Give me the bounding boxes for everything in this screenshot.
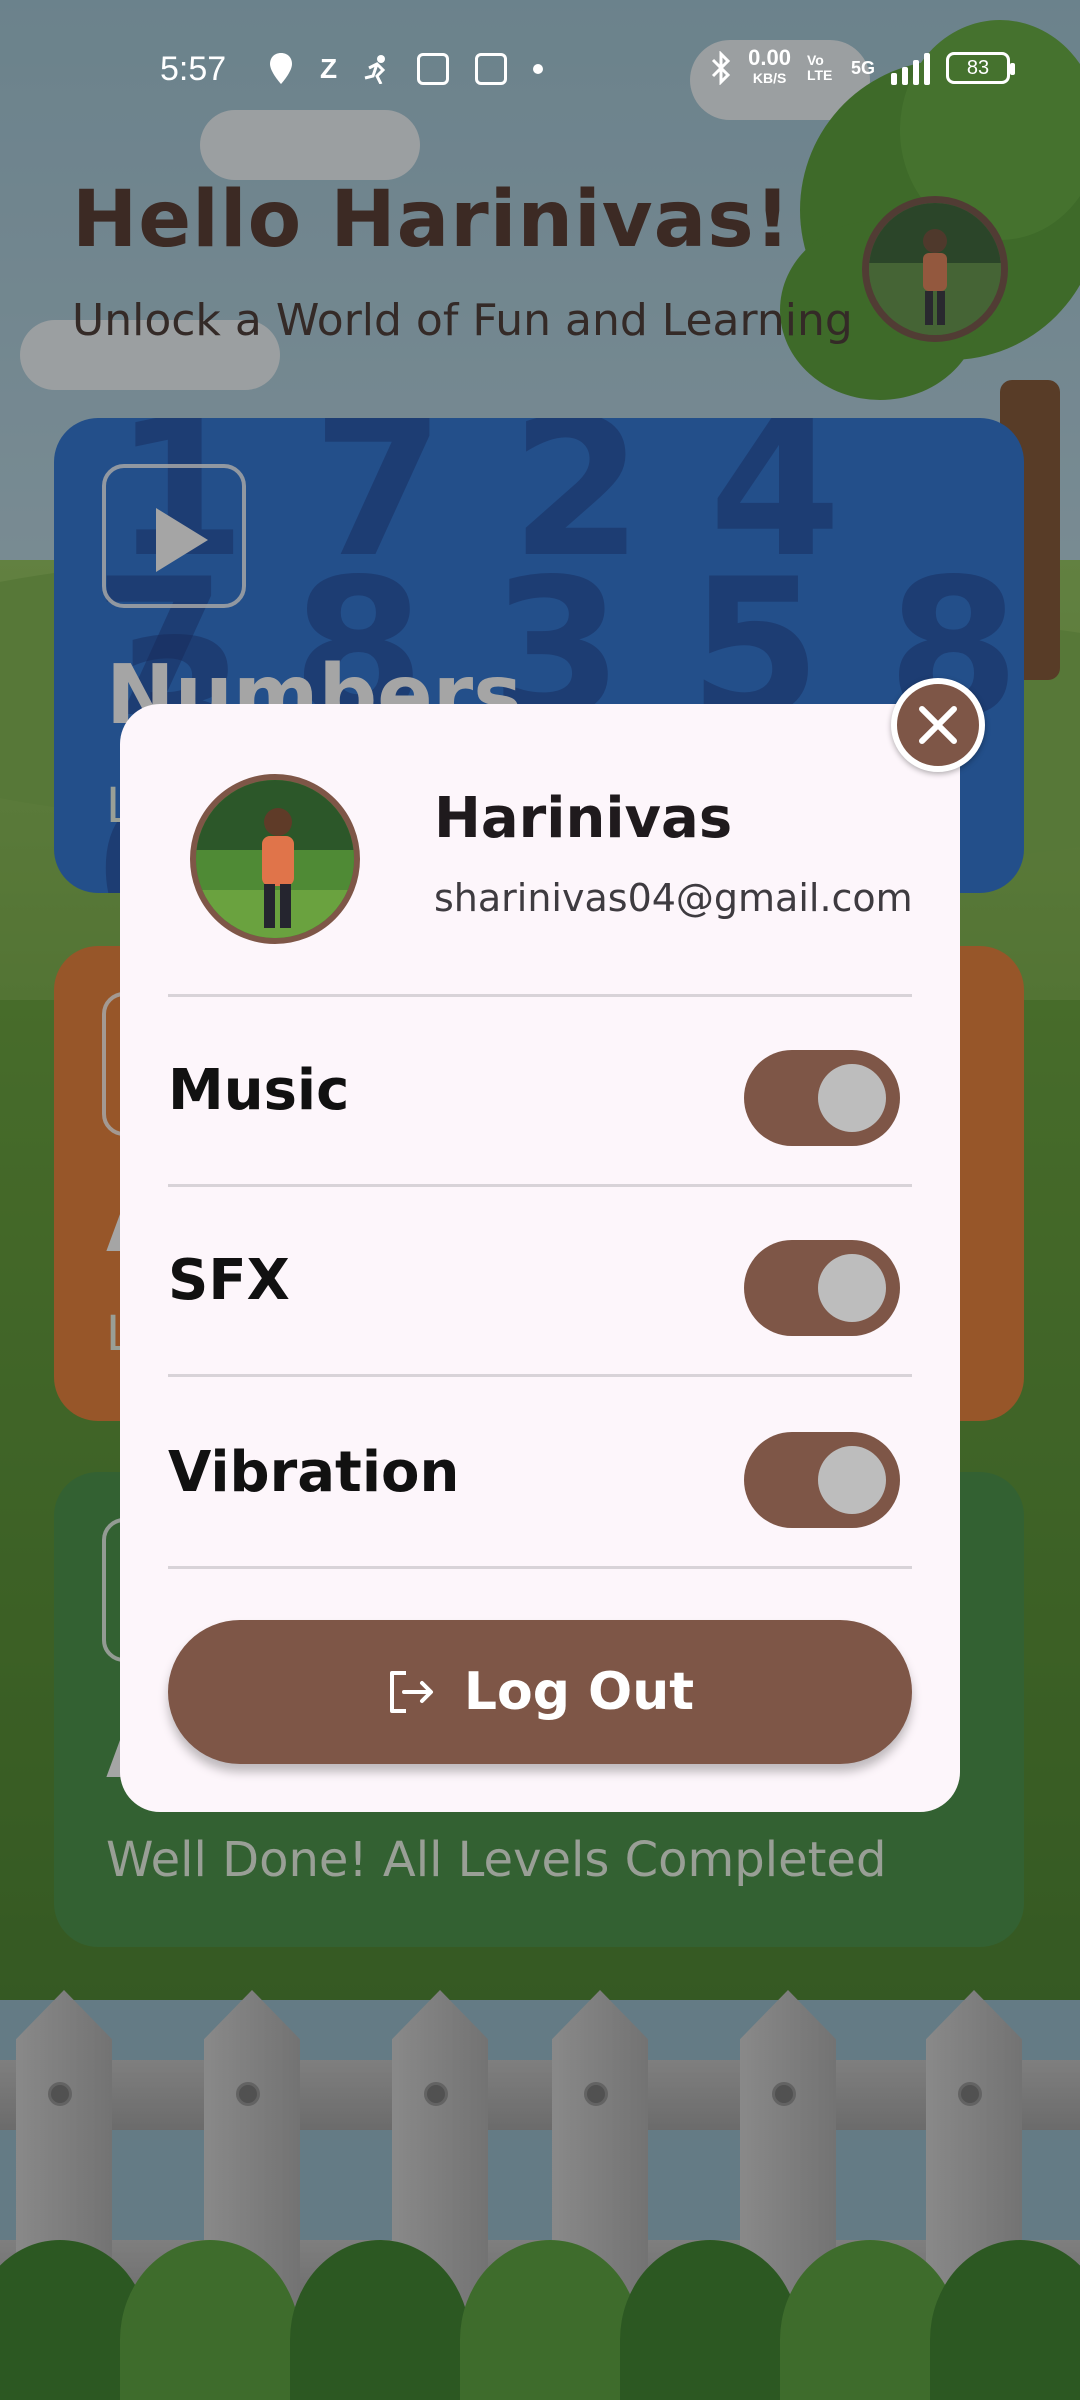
- status-bar: 5:57 Z 0.00 KB/S Vo LTE 5G 83: [0, 0, 1080, 140]
- system-icons: 0.00 KB/S Vo LTE 5G 83: [710, 45, 1015, 88]
- divider: [168, 1184, 912, 1187]
- divider: [168, 1566, 912, 1569]
- logout-button[interactable]: Log Out: [168, 1620, 912, 1764]
- network-speed: 0.00 KB/S: [748, 45, 791, 87]
- logout-label: Log Out: [463, 1662, 695, 1722]
- setting-label: Vibration: [168, 1440, 460, 1505]
- sfx-toggle[interactable]: [744, 1240, 900, 1336]
- signal-icon: [891, 51, 930, 85]
- toggle-knob: [818, 1446, 886, 1514]
- profile-email: sharinivas04@gmail.com: [434, 876, 913, 920]
- divider: [168, 1374, 912, 1377]
- bluetooth-icon: [712, 51, 731, 85]
- network-type: 5G: [850, 57, 875, 78]
- toggle-knob: [818, 1254, 886, 1322]
- toggle-knob: [818, 1064, 886, 1132]
- notification-icons: Z: [268, 52, 544, 86]
- close-icon: [919, 706, 957, 744]
- setting-row-music: Music: [168, 1030, 912, 1150]
- grid-app-icon: [475, 53, 508, 85]
- setting-row-sfx: SFX: [168, 1220, 912, 1340]
- setting-row-vibration: Vibration: [168, 1412, 912, 1532]
- grid-app-icon: [417, 53, 450, 85]
- setting-label: Music: [168, 1058, 350, 1123]
- music-toggle[interactable]: [744, 1050, 900, 1146]
- setting-label: SFX: [168, 1248, 290, 1313]
- divider: [168, 994, 912, 997]
- person-photo-icon: [196, 780, 354, 938]
- vibration-toggle[interactable]: [744, 1432, 900, 1528]
- dot-icon: [533, 64, 544, 74]
- z-icon: Z: [320, 53, 338, 84]
- status-time: 5:57: [160, 50, 227, 88]
- volte-icon: Vo LTE: [806, 52, 833, 83]
- profile-name: Harinivas: [434, 786, 733, 851]
- logout-icon: [389, 1671, 433, 1713]
- battery-icon: 83: [946, 52, 1015, 84]
- runner-icon: [364, 55, 386, 84]
- profile-settings-dialog: Harinivas sharinivas04@gmail.com Music S…: [120, 704, 960, 1812]
- location-icon: [270, 53, 292, 84]
- profile-avatar: [190, 774, 360, 944]
- close-dialog-button[interactable]: [891, 678, 985, 772]
